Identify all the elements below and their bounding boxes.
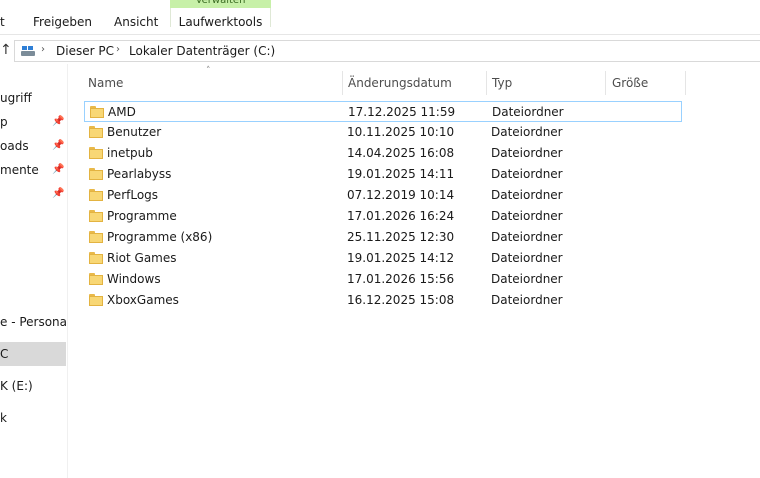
folder-icon xyxy=(90,106,104,118)
file-name: Pearlabyss xyxy=(107,167,172,181)
breadcrumb-local-disk[interactable]: Lokaler Datenträger (C:) xyxy=(129,44,275,58)
file-row[interactable]: Riot Games 19.01.2025 14:12 Dateiordner xyxy=(84,248,682,269)
folder-icon xyxy=(89,273,103,285)
file-name: Windows xyxy=(107,272,161,286)
nav-item-desktop[interactable]: p xyxy=(0,115,8,129)
file-name: PerfLogs xyxy=(107,188,159,202)
file-row[interactable]: Windows 17.01.2026 15:56 Dateiordner xyxy=(84,269,682,290)
nav-item-network[interactable]: k xyxy=(0,411,7,425)
up-arrow-icon[interactable]: ↑ xyxy=(0,42,12,58)
nav-item-this-pc[interactable]: C xyxy=(0,342,66,366)
pin-icon: 📌 xyxy=(52,188,65,199)
file-type: Dateiordner xyxy=(491,230,563,244)
file-type: Dateiordner xyxy=(491,146,563,160)
file-type: Dateiordner xyxy=(491,125,563,139)
tab-datei[interactable]: t xyxy=(0,15,5,29)
file-type: Dateiordner xyxy=(491,293,563,307)
file-name: Riot Games xyxy=(107,251,177,265)
file-row[interactable]: Programme (x86) 25.11.2025 12:30 Dateior… xyxy=(84,227,682,248)
chevron-right-icon[interactable]: › xyxy=(116,44,120,55)
file-type: Dateiordner xyxy=(491,251,563,265)
column-header-date[interactable]: Änderungsdatum xyxy=(348,71,452,95)
file-row[interactable]: AMD 17.12.2025 11:59 Dateiordner xyxy=(84,101,682,122)
this-pc-icon xyxy=(21,46,35,56)
file-date: 07.12.2019 10:14 xyxy=(347,188,455,202)
file-row[interactable]: PerfLogs 07.12.2019 10:14 Dateiordner xyxy=(84,185,682,206)
file-date: 19.01.2025 14:12 xyxy=(347,251,455,265)
nav-item-quick-access[interactable]: ugriff xyxy=(0,91,32,105)
tab-freigeben[interactable]: Freigeben xyxy=(33,15,92,29)
file-row[interactable]: Programme 17.01.2026 16:24 Dateiordner xyxy=(84,206,682,227)
folder-icon xyxy=(89,231,103,243)
context-tab-header: Verwalten xyxy=(170,0,271,8)
file-type: Dateiordner xyxy=(492,105,564,119)
file-date: 25.11.2025 12:30 xyxy=(347,230,455,244)
nav-item-onedrive-personal[interactable]: e - Personal xyxy=(0,315,67,329)
file-row[interactable]: XboxGames 16.12.2025 15:08 Dateiordner xyxy=(84,290,682,311)
pin-icon: 📌 xyxy=(52,116,65,127)
file-type: Dateiordner xyxy=(491,209,563,223)
file-name: Programme (x86) xyxy=(107,230,213,244)
nav-item-documents[interactable]: mente xyxy=(0,163,39,177)
tab-laufwerktools[interactable]: Laufwerktools xyxy=(170,8,271,29)
nav-item-downloads[interactable]: oads xyxy=(0,139,29,153)
tab-ansicht[interactable]: Ansicht xyxy=(114,15,158,29)
file-type: Dateiordner xyxy=(491,272,563,286)
pin-icon: 📌 xyxy=(52,164,65,175)
column-divider[interactable] xyxy=(605,71,606,95)
breadcrumb-this-pc[interactable]: Dieser PC xyxy=(56,44,114,58)
column-divider[interactable] xyxy=(685,71,686,95)
file-row[interactable]: Pearlabyss 19.01.2025 14:11 Dateiordner xyxy=(84,164,682,185)
column-header-type[interactable]: Typ xyxy=(492,71,512,95)
chevron-right-icon[interactable]: › xyxy=(41,44,45,55)
file-date: 19.01.2025 14:11 xyxy=(347,167,455,181)
file-name: XboxGames xyxy=(107,293,179,307)
nav-item-drive-e[interactable]: K (E:) xyxy=(0,379,33,393)
file-type: Dateiordner xyxy=(491,167,563,181)
navigation-pane: ugriff p 📌 oads 📌 mente 📌 📌 e - Personal… xyxy=(0,64,68,478)
file-row[interactable]: Benutzer 10.11.2025 10:10 Dateiordner xyxy=(84,122,682,143)
file-name: inetpub xyxy=(107,146,153,160)
file-name: AMD xyxy=(108,105,136,119)
ribbon-divider xyxy=(0,34,760,35)
file-row[interactable]: inetpub 14.04.2025 16:08 Dateiordner xyxy=(84,143,682,164)
file-date: 17.01.2026 15:56 xyxy=(347,272,455,286)
folder-icon xyxy=(89,189,103,201)
file-type: Dateiordner xyxy=(491,188,563,202)
folder-icon xyxy=(89,126,103,138)
file-date: 14.04.2025 16:08 xyxy=(347,146,455,160)
column-header-size[interactable]: Größe xyxy=(612,71,648,95)
file-date: 17.01.2026 16:24 xyxy=(347,209,455,223)
address-bar-row: ↑ › Dieser PC › Lokaler Datenträger (C:) xyxy=(0,40,760,62)
folder-icon xyxy=(89,294,103,306)
folder-icon xyxy=(89,147,103,159)
file-date: 17.12.2025 11:59 xyxy=(348,105,456,119)
file-name: Benutzer xyxy=(107,125,162,139)
folder-icon xyxy=(89,168,103,180)
file-date: 16.12.2025 15:08 xyxy=(347,293,455,307)
ribbon: Verwalten t Freigeben Ansicht Laufwerkto… xyxy=(0,0,760,35)
pin-icon: 📌 xyxy=(52,140,65,151)
column-header-name[interactable]: Name xyxy=(88,71,123,95)
file-date: 10.11.2025 10:10 xyxy=(347,125,455,139)
file-name: Programme xyxy=(107,209,177,223)
folder-icon xyxy=(89,252,103,264)
column-divider[interactable] xyxy=(486,71,487,95)
sort-ascending-icon: ˄ xyxy=(206,66,211,76)
folder-icon xyxy=(89,210,103,222)
address-bar[interactable]: › Dieser PC › Lokaler Datenträger (C:) xyxy=(14,40,760,62)
column-divider[interactable] xyxy=(342,71,343,95)
